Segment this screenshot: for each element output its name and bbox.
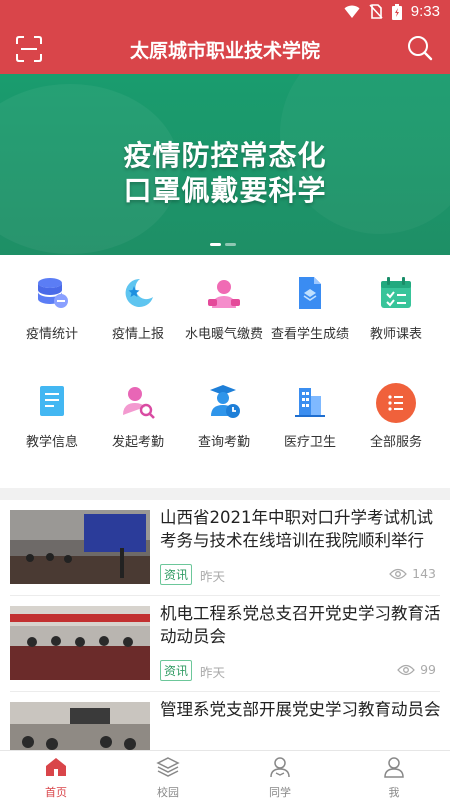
eye-icon: [397, 664, 415, 675]
news-tag: 资讯: [160, 564, 193, 585]
service-label: 水电暖气缴费: [184, 327, 263, 342]
service-label: 查询考勤: [197, 435, 250, 450]
app-header: 太原城市职业技术学院: [0, 24, 450, 74]
news-tag: 资讯: [160, 660, 193, 681]
tab-label: 我: [388, 786, 400, 799]
service-query-attendance[interactable]: 查询考勤: [181, 383, 267, 450]
news-item[interactable]: 管理系党支部开展党史学习教育动员会: [0, 692, 450, 750]
service-label: 全部服务: [369, 435, 422, 450]
user-search-icon: [123, 387, 155, 419]
news-title: 山西省2021年中职对口升学考试机试考务与技术在线培训在我院顺利举行: [160, 508, 433, 550]
service-student-grades[interactable]: 查看学生成绩: [267, 275, 353, 342]
news-views: 99: [397, 662, 436, 677]
calendar-icon: [381, 277, 411, 308]
page-title: 太原城市职业技术学院: [129, 40, 320, 62]
news-views: 143: [389, 566, 436, 581]
eye-icon: [389, 568, 408, 579]
document-icon: [299, 277, 321, 309]
news-item[interactable]: 机电工程系党总支召开党史学习教育活动动员会 资讯 昨天 99: [0, 596, 450, 692]
tab-label: 首页: [45, 786, 67, 799]
tab-campus[interactable]: 校园: [112, 755, 224, 800]
news-view-count: 143: [412, 566, 436, 581]
service-label: 教学信息: [25, 435, 78, 450]
tab-classmates[interactable]: 同学: [224, 755, 336, 800]
tab-label: 同学: [269, 786, 291, 799]
search-icon[interactable]: [407, 35, 433, 61]
moon-star-icon: [125, 278, 153, 307]
banner-headline-1: 疫情防控常态化: [123, 139, 327, 172]
service-grid: 疫情统计 疫情上报 水电暖气缴费 查看学生成绩 教师课表 教学信息 发起考勤 查…: [0, 255, 450, 485]
service-epidemic-report[interactable]: 疫情上报: [95, 275, 181, 342]
service-epidemic-stats[interactable]: 疫情统计: [9, 275, 95, 342]
news-time: 昨天: [200, 665, 226, 680]
carousel-dot: [225, 243, 236, 246]
banner-carousel[interactable]: 疫情防控常态化 口罩佩戴要科学: [0, 74, 450, 255]
tab-home[interactable]: 首页: [0, 755, 112, 800]
status-bar: 9:33: [0, 0, 450, 24]
service-label: 医疗卫生: [283, 435, 336, 450]
notes-icon: [40, 386, 64, 416]
graduate-clock-icon: [210, 385, 240, 418]
service-label: 发起考勤: [111, 435, 164, 450]
service-utility-payment[interactable]: 水电暖气缴费: [181, 275, 267, 342]
service-label: 教师课表: [369, 327, 422, 342]
news-view-count: 99: [420, 662, 436, 677]
carousel-dot: [210, 243, 221, 246]
carousel-indicator: [210, 243, 236, 246]
service-teacher-schedule[interactable]: 教师课表: [353, 275, 439, 342]
news-thumbnail: [10, 510, 150, 584]
news-time: 昨天: [200, 569, 226, 584]
news-list: 山西省2021年中职对口升学考试机试考务与技术在线培训在我院顺利举行 资讯 昨天…: [0, 500, 450, 750]
home-icon: [46, 758, 66, 776]
clock: 9:33: [410, 3, 440, 20]
service-teaching-info[interactable]: 教学信息: [9, 383, 95, 450]
profile-icon: [384, 757, 404, 778]
banner-headline-2: 口罩佩戴要科学: [123, 174, 327, 207]
news-thumbnail: [10, 702, 150, 750]
service-medical-health[interactable]: 医疗卫生: [267, 383, 353, 450]
service-start-attendance[interactable]: 发起考勤: [95, 383, 181, 450]
news-title: 机电工程系党总支召开党史学习教育活动动员会: [160, 604, 441, 646]
news-item[interactable]: 山西省2021年中职对口升学考试机试考务与技术在线培训在我院顺利举行 资讯 昨天…: [0, 500, 450, 596]
news-title: 管理系党支部开展党史学习教育动员会: [160, 700, 441, 719]
service-all[interactable]: 全部服务: [353, 383, 439, 450]
list-icon: [376, 383, 416, 423]
section-divider: [0, 488, 450, 500]
person-service-icon: [208, 280, 240, 308]
tab-label: 校园: [157, 786, 179, 799]
layers-icon: [156, 757, 180, 777]
wifi-icon: [344, 5, 360, 18]
news-thumbnail: [10, 606, 150, 680]
database-icon: [38, 278, 68, 308]
no-sim-icon: [369, 4, 383, 19]
tab-me[interactable]: 我: [338, 755, 450, 800]
building-icon: [295, 388, 325, 417]
classmates-icon: [270, 757, 290, 778]
battery-icon: [391, 3, 402, 20]
bottom-tab-bar: 首页 校园 同学 我: [0, 750, 450, 800]
service-label: 疫情上报: [111, 327, 164, 342]
service-label: 疫情统计: [25, 327, 78, 342]
service-label: 查看学生成绩: [270, 327, 349, 342]
